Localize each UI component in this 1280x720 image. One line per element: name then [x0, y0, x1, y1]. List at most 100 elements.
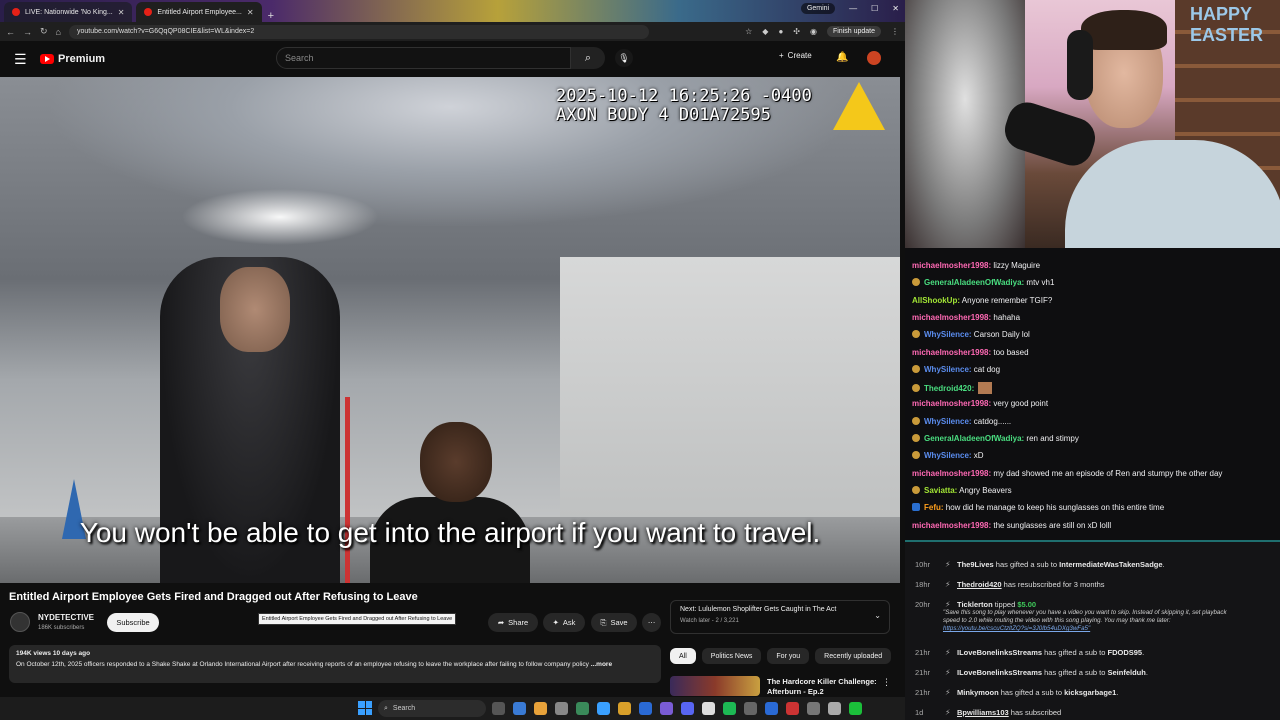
event-username[interactable]: Ticklerton	[957, 600, 993, 609]
close-tab-icon[interactable]: ✕	[118, 8, 125, 17]
app-icon[interactable]	[555, 702, 568, 715]
windows-start-icon[interactable]	[358, 701, 372, 715]
chevron-down-icon[interactable]: ⌄	[874, 611, 881, 620]
menu-dots-icon[interactable]: ⋮	[891, 27, 899, 36]
new-tab-icon[interactable]: +	[268, 10, 274, 22]
video-player[interactable]: 2025-10-12 16:25:26 -0400 AXON BODY 4 D0…	[0, 77, 900, 583]
recommended-title[interactable]: The Hardcore Killer Challenge: Afterburn…	[767, 677, 877, 697]
event-target[interactable]: IntermediateWasTakenSadge	[1059, 560, 1162, 569]
spotify-icon[interactable]	[723, 702, 736, 715]
bookmark-star-icon[interactable]: ☆	[745, 27, 752, 36]
event-username[interactable]: Bpwilliams103	[957, 708, 1009, 717]
taskbar-search[interactable]: ⌕ Search	[378, 700, 486, 717]
home-icon[interactable]: ⌂	[56, 27, 61, 37]
tip-link[interactable]: https://youtu.be/cscuCtzltZQ?si=3J0lb54u…	[943, 625, 1090, 632]
more-actions-button[interactable]: ⋯	[642, 613, 661, 632]
event-username[interactable]: Minkymoon	[957, 688, 999, 697]
chat-username[interactable]: Saviatta:	[924, 486, 957, 495]
back-icon[interactable]: ←	[6, 27, 15, 37]
more-dots-icon[interactable]: ⋮	[882, 677, 891, 688]
taskbar-search-label: Search	[392, 705, 416, 712]
chat-message: WhySilence: catdog......	[912, 416, 1011, 427]
app-icon[interactable]	[513, 702, 526, 715]
tab-current-video[interactable]: Entitled Airport Employee... ✕	[136, 2, 262, 22]
extension-icon[interactable]: ●	[778, 27, 783, 36]
event-target[interactable]: Seinfelduh	[1108, 668, 1146, 677]
chrome-icon[interactable]	[534, 702, 547, 715]
save-button[interactable]: ⎘ Save	[591, 613, 637, 632]
event-target[interactable]: kicksgarbage1	[1064, 688, 1116, 697]
chat-username[interactable]: WhySilence:	[924, 365, 972, 374]
app-icon[interactable]	[849, 702, 862, 715]
search-input[interactable]: Search	[276, 47, 571, 69]
close-window-icon[interactable]: ✕	[892, 4, 899, 13]
maximize-icon[interactable]: ☐	[871, 4, 878, 13]
app-icon[interactable]	[765, 702, 778, 715]
event-username[interactable]: ILoveBonelinksStreams	[957, 668, 1042, 677]
chat-username[interactable]: michaelmosher1998:	[912, 261, 991, 270]
chat-username[interactable]: michaelmosher1998:	[912, 348, 991, 357]
tab-livestream[interactable]: LIVE: Nationwide 'No King... ✕	[4, 2, 133, 22]
finish-update-button[interactable]: Finish update	[826, 26, 881, 37]
reload-icon[interactable]: ↻	[40, 26, 48, 37]
app-icon[interactable]	[660, 702, 673, 715]
gemini-button[interactable]: Gemini	[800, 3, 836, 14]
app-icon[interactable]	[702, 702, 715, 715]
share-button[interactable]: ➦ Share	[488, 613, 538, 632]
event-target[interactable]: FDODS95	[1108, 648, 1143, 657]
chat-username[interactable]: michaelmosher1998:	[912, 399, 991, 408]
chat-username[interactable]: Thedroid420:	[924, 384, 974, 393]
app-icon[interactable]	[828, 702, 841, 715]
hamburger-menu-icon[interactable]: ☰	[14, 51, 28, 68]
app-icon[interactable]	[807, 702, 820, 715]
edge-icon[interactable]	[597, 702, 610, 715]
subscribe-button[interactable]: Subscribe	[107, 613, 159, 632]
chip-politics-news[interactable]: Politics News	[701, 648, 762, 664]
chat-username[interactable]: michaelmosher1998:	[912, 469, 991, 478]
chat-username[interactable]: michaelmosher1998:	[912, 521, 991, 530]
chip-all[interactable]: All	[670, 648, 696, 664]
next-in-playlist[interactable]: Next: Lululemon Shoplifter Gets Caught i…	[670, 600, 890, 634]
chat-username[interactable]: WhySilence:	[924, 451, 972, 460]
profile-icon[interactable]: ◉	[810, 27, 817, 36]
file-explorer-icon[interactable]	[618, 702, 631, 715]
description-box[interactable]: 194K views 10 days ago On October 12th, …	[9, 645, 661, 683]
chat-username[interactable]: WhySilence:	[924, 417, 972, 426]
puzzle-icon[interactable]: ✣	[793, 27, 800, 36]
chip-for-you[interactable]: For you	[767, 648, 810, 664]
channel-avatar[interactable]	[10, 612, 30, 632]
close-tab-icon[interactable]: ✕	[247, 8, 254, 17]
notifications-bell-icon[interactable]: 🔔	[836, 52, 848, 63]
chat-username[interactable]: Fefu:	[924, 503, 944, 512]
show-more-link[interactable]: ...more	[591, 661, 612, 668]
minimize-icon[interactable]: —	[849, 4, 857, 13]
ask-button[interactable]: ✦ Ask	[543, 613, 585, 632]
search-button[interactable]: ⌕	[571, 47, 605, 69]
event-username[interactable]: Thedroid420	[957, 580, 1002, 589]
url-field[interactable]: youtube.com/watch?v=G6QqQP08CIE&list=WL&…	[68, 24, 649, 39]
chip-recently-uploaded[interactable]: Recently uploaded	[815, 648, 892, 664]
event-username[interactable]: ILoveBonelinksStreams	[957, 648, 1042, 657]
app-icon[interactable]	[744, 702, 757, 715]
event-username[interactable]: The9Lives	[957, 560, 994, 569]
chat-username[interactable]: GeneralAladeenOfWadiya:	[924, 278, 1024, 287]
app-icon[interactable]	[639, 702, 652, 715]
voice-search-icon[interactable]: 🎙	[615, 49, 633, 67]
chat-username[interactable]: WhySilence:	[924, 330, 972, 339]
chat-username[interactable]: GeneralAladeenOfWadiya:	[924, 434, 1024, 443]
forward-icon[interactable]: →	[23, 27, 32, 37]
chat-username[interactable]: michaelmosher1998:	[912, 313, 991, 322]
recommended-thumbnail[interactable]	[670, 676, 760, 696]
chat-emote-icon	[978, 382, 993, 395]
create-button[interactable]: + Create	[779, 51, 812, 60]
app-icon[interactable]	[576, 702, 589, 715]
channel-name[interactable]: NYDETECTIVE	[38, 613, 94, 622]
app-icon[interactable]	[786, 702, 799, 715]
extension-icon[interactable]: ◆	[762, 27, 768, 36]
youtube-logo[interactable]: Premium	[40, 53, 105, 65]
chat-username[interactable]: AllShookUp:	[912, 296, 960, 305]
discord-icon[interactable]	[681, 702, 694, 715]
account-avatar[interactable]	[867, 51, 881, 65]
task-view-icon[interactable]	[492, 702, 505, 715]
event-time: 21hr	[915, 688, 931, 697]
